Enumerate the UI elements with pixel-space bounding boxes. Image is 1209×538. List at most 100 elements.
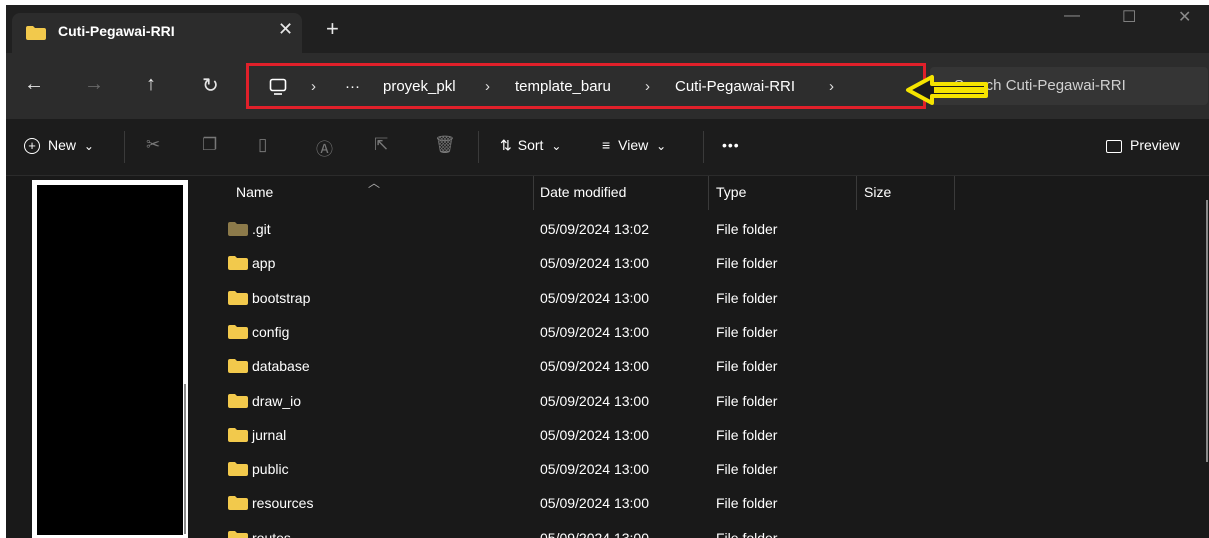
close-tab-icon[interactable]: ✕ xyxy=(278,19,293,40)
annotation-arrow-icon xyxy=(906,75,988,105)
file-type: File folder xyxy=(716,461,778,478)
folder-icon xyxy=(228,427,248,442)
column-header-type[interactable]: Type xyxy=(716,184,746,200)
folder-icon xyxy=(228,324,248,339)
folder-icon xyxy=(228,496,248,511)
column-header-size[interactable]: Size xyxy=(864,184,891,200)
folder-icon xyxy=(228,462,248,477)
file-type: File folder xyxy=(716,529,778,538)
column-divider[interactable] xyxy=(954,176,955,210)
folder-icon xyxy=(228,359,248,374)
file-explorer-window: Cuti-Pegawai-RRI ✕ + — ☐ ✕ ← → ↑ ↻ › ···… xyxy=(6,5,1209,538)
sort-button[interactable]: ⇅ Sort ⌄ xyxy=(500,137,561,154)
chevron-down-icon: ⌄ xyxy=(656,139,667,153)
file-type: File folder xyxy=(716,289,778,306)
redacted-area xyxy=(32,180,188,538)
column-header-row: ︿ Name Date modified Type Size xyxy=(196,176,1209,210)
navigation-bar: ← → ↑ ↻ › ··· proyek_pkl › template_baru… xyxy=(6,53,1209,119)
column-divider[interactable] xyxy=(533,176,534,210)
table-row[interactable]: jurnal 05/09/2024 13:00 File folder xyxy=(196,418,1209,452)
cut-icon[interactable]: ✂ xyxy=(146,135,160,155)
preview-button[interactable]: Preview xyxy=(1106,137,1180,153)
file-list: ︿ Name Date modified Type Size .git 05/09… xyxy=(196,176,1209,538)
navigation-pane xyxy=(6,176,196,538)
sort-icon: ⇅ xyxy=(500,137,512,153)
file-name: database xyxy=(252,358,310,375)
minimize-icon[interactable]: — xyxy=(1064,7,1080,25)
file-type: File folder xyxy=(716,358,778,375)
file-type: File folder xyxy=(716,255,778,272)
tab-bar: Cuti-Pegawai-RRI ✕ + — ☐ ✕ xyxy=(6,5,1209,53)
file-date-modified: 05/09/2024 13:00 xyxy=(540,323,649,340)
view-button[interactable]: ≡ View ⌄ xyxy=(602,137,666,153)
more-options-button[interactable]: ••• xyxy=(722,137,740,153)
chevron-down-icon: ⌄ xyxy=(551,139,562,153)
new-button[interactable]: + New ⌄ xyxy=(24,137,94,155)
file-name: jurnal xyxy=(252,426,287,443)
refresh-icon[interactable]: ↻ xyxy=(202,73,219,98)
view-button-label: View xyxy=(618,137,649,153)
this-pc-icon[interactable] xyxy=(269,78,287,96)
divider xyxy=(124,131,125,163)
file-date-modified: 05/09/2024 13:00 xyxy=(540,495,649,512)
folder-icon xyxy=(228,222,248,236)
copy-icon[interactable]: ❐ xyxy=(202,135,217,155)
preview-button-label: Preview xyxy=(1130,137,1180,153)
breadcrumb-separator: › xyxy=(829,78,834,95)
file-date-modified: 05/09/2024 13:00 xyxy=(540,358,649,375)
file-date-modified: 05/09/2024 13:00 xyxy=(540,529,649,538)
column-header-date[interactable]: Date modified xyxy=(540,184,626,200)
file-list-scrollbar[interactable] xyxy=(1206,200,1208,462)
table-row[interactable]: resources 05/09/2024 13:00 File folder xyxy=(196,486,1209,520)
breadcrumb-cuti-pegawai-rri[interactable]: Cuti-Pegawai-RRI xyxy=(675,78,795,95)
navigation-pane-scrollbar[interactable] xyxy=(184,384,186,534)
breadcrumb-more[interactable]: ··· xyxy=(345,78,360,95)
table-row[interactable]: public 05/09/2024 13:00 File folder xyxy=(196,452,1209,486)
command-bar: + New ⌄ ✂ ❐ ▯ Ⓐ ⇱ 🗑 ⇅ Sort ⌄ ≡ View ⌄ ••• P… xyxy=(6,119,1209,176)
table-row[interactable]: config 05/09/2024 13:00 File folder xyxy=(196,315,1209,349)
column-divider[interactable] xyxy=(856,176,857,210)
table-row[interactable]: draw_io 05/09/2024 13:00 File folder xyxy=(196,384,1209,418)
file-type: File folder xyxy=(716,392,778,409)
delete-icon[interactable]: 🗑 xyxy=(434,135,456,155)
file-type: File folder xyxy=(716,323,778,340)
table-row[interactable]: bootstrap 05/09/2024 13:00 File folder xyxy=(196,281,1209,315)
up-icon[interactable]: ↑ xyxy=(146,73,156,96)
maximize-icon[interactable]: ☐ xyxy=(1122,7,1136,27)
table-row[interactable]: routes 05/09/2024 13:00 File folder xyxy=(196,521,1209,538)
paste-icon[interactable]: ▯ xyxy=(258,135,267,155)
plus-circle-icon: + xyxy=(24,138,40,155)
column-divider[interactable] xyxy=(708,176,709,210)
forward-icon[interactable]: → xyxy=(84,73,104,96)
back-icon[interactable]: ← xyxy=(24,73,44,96)
file-name: .git xyxy=(252,221,271,237)
rename-icon[interactable]: Ⓐ xyxy=(316,135,333,160)
breadcrumb-template-baru[interactable]: template_baru xyxy=(515,78,611,95)
close-window-icon[interactable]: ✕ xyxy=(1178,7,1191,27)
address-bar[interactable]: › ··· proyek_pkl › template_baru › Cuti-… xyxy=(246,63,926,109)
breadcrumb-separator: › xyxy=(311,78,316,95)
file-name: resources xyxy=(252,495,314,512)
share-icon[interactable]: ⇱ xyxy=(374,135,388,155)
breadcrumb-separator: › xyxy=(645,78,650,95)
table-row[interactable]: .git 05/09/2024 13:02 File folder xyxy=(196,212,1209,246)
breadcrumb-separator: › xyxy=(485,78,490,95)
table-row[interactable]: app 05/09/2024 13:00 File folder xyxy=(196,246,1209,280)
column-header-name[interactable]: Name xyxy=(236,184,273,200)
file-name: config xyxy=(252,323,290,340)
new-tab-button[interactable]: + xyxy=(326,18,339,40)
tab-title: Cuti-Pegawai-RRI xyxy=(58,23,175,39)
file-type: File folder xyxy=(716,221,778,237)
folder-icon xyxy=(228,290,248,305)
file-date-modified: 05/09/2024 13:00 xyxy=(540,392,649,409)
file-date-modified: 05/09/2024 13:02 xyxy=(540,221,649,237)
breadcrumb-proyek-pkl[interactable]: proyek_pkl xyxy=(383,78,456,95)
file-date-modified: 05/09/2024 13:00 xyxy=(540,289,649,306)
file-date-modified: 05/09/2024 13:00 xyxy=(540,461,649,478)
file-date-modified: 05/09/2024 13:00 xyxy=(540,426,649,443)
tab-cuti-pegawai-rri[interactable]: Cuti-Pegawai-RRI ✕ xyxy=(12,13,302,53)
sort-button-label: Sort xyxy=(517,137,544,153)
sort-ascending-icon: ︿ xyxy=(368,176,381,190)
divider xyxy=(703,131,704,163)
table-row[interactable]: database 05/09/2024 13:00 File folder xyxy=(196,349,1209,383)
